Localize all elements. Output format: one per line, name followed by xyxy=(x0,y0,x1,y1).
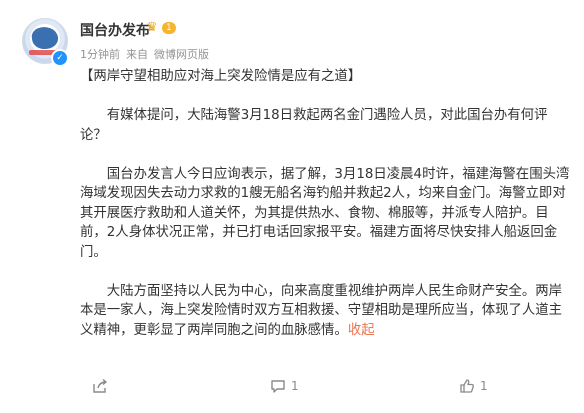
weibo-post-card: ✓ 国台办发布 ♛ 1 1分钟前 来自 微博网页版 【两岸守望相助应对海上突发险情是… xyxy=(0,0,584,413)
like-count: 1 xyxy=(480,379,488,393)
post-actions: 1 1 xyxy=(0,372,584,402)
level-badge[interactable]: 1 xyxy=(162,22,176,34)
collapse-link[interactable]: 收起 xyxy=(348,323,375,338)
post-source: 微博网页版 xyxy=(154,48,209,61)
post-paragraph: 国台办发言人今日应询表示，据了解，3月18日凌晨4时许，福建海警在围头湾海域发现… xyxy=(80,166,570,260)
comment-icon xyxy=(271,380,285,393)
post-time[interactable]: 1分钟前 xyxy=(80,48,120,61)
avatar-map-graphic xyxy=(30,25,60,51)
author-name[interactable]: 国台办发布 xyxy=(80,20,150,40)
source-prefix: 来自 xyxy=(126,48,148,61)
share-icon xyxy=(93,378,108,393)
crown-icon: ♛ xyxy=(146,20,158,35)
verified-icon: ✓ xyxy=(51,49,69,67)
comment-button[interactable]: 1 xyxy=(270,378,299,394)
like-button[interactable]: 1 xyxy=(459,378,488,394)
share-button[interactable] xyxy=(92,378,113,394)
post-content: 【两岸守望相助应对海上突发险情是应有之道】 有媒体提问，大陆海警3月18日救起两… xyxy=(80,67,570,340)
comment-count: 1 xyxy=(291,379,299,393)
like-icon xyxy=(460,379,474,393)
post-meta: 1分钟前 来自 微博网页版 xyxy=(80,46,215,62)
post-paragraph-text: 大陆方面坚持以人民为中心，向来高度重视维护两岸人民生命财产安全。两岸本是一家人，… xyxy=(80,283,563,338)
post-title: 【两岸守望相助应对海上突发险情是应有之道】 xyxy=(80,69,362,84)
post-paragraph: 有媒体提问，大陆海警3月18日救起两名金门遇险人员，对此国台办有何评论？ xyxy=(80,108,548,143)
post-paragraph: 大陆方面坚持以人民为中心，向来高度重视维护两岸人民生命财产安全。两岸本是一家人，… xyxy=(80,282,570,341)
